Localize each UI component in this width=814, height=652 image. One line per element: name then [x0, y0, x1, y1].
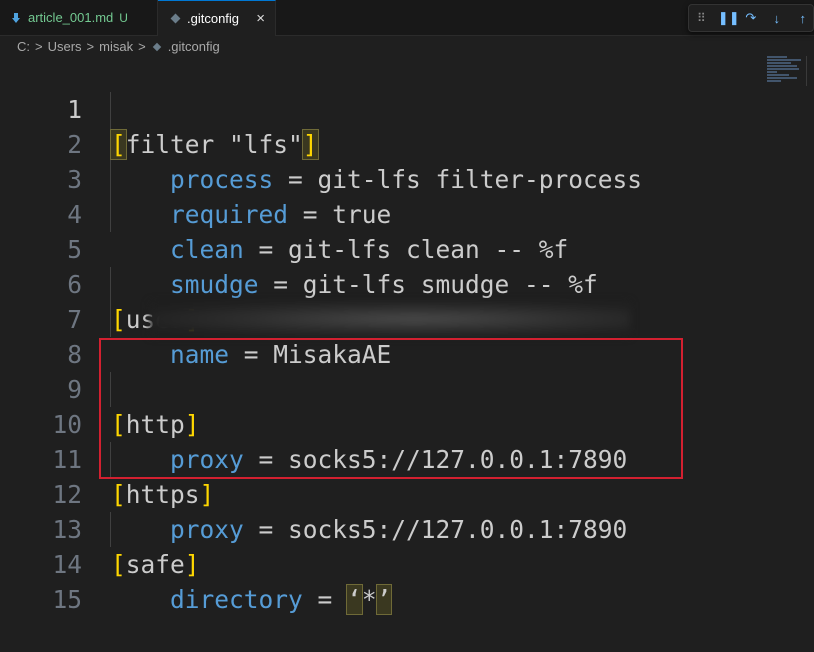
code-line: 5 smudge = git-lfs smudge -- %f — [0, 197, 760, 299]
breadcrumb: C: > Users > misak > .gitconfig — [17, 39, 220, 54]
line-number: 15 — [52, 585, 82, 614]
tab-label: article_001.md — [28, 10, 114, 25]
breadcrumb-drive[interactable]: C: — [17, 39, 30, 54]
chevron-right-icon: > — [86, 39, 95, 54]
step-out-icon[interactable]: ↑ — [796, 11, 810, 26]
step-into-icon[interactable]: ↓ — [770, 11, 784, 26]
code-line: 3 required = true — [0, 127, 760, 229]
breadcrumb-file[interactable]: .gitconfig — [168, 39, 220, 54]
tab-label: .gitconfig — [187, 11, 240, 26]
code-line: 15 — [0, 547, 760, 614]
chevron-right-icon: > — [138, 39, 146, 54]
code-editor[interactable]: 1 [filter "lfs"] 2 process = git-lfs fil… — [0, 57, 814, 615]
drag-grip-icon[interactable]: ⠿ — [697, 11, 706, 25]
code-line: 13 [safe] — [0, 477, 760, 579]
annotation-highlight-box — [99, 338, 683, 479]
code-line: 4 clean = git-lfs clean -- %f — [0, 162, 760, 264]
gitconfig-icon — [170, 13, 181, 24]
code-line: 2 process = git-lfs filter-process — [0, 92, 760, 194]
pause-icon[interactable]: ❚❚ — [718, 10, 740, 26]
tab-gitconfig[interactable]: .gitconfig × — [158, 0, 276, 36]
chevron-right-icon: > — [35, 39, 43, 54]
code-line: 6 [user] — [0, 232, 760, 334]
breadcrumb-misak[interactable]: misak — [99, 39, 133, 54]
redacted-region — [150, 302, 630, 336]
code-line: 1 [filter "lfs"] — [0, 57, 760, 160]
breadcrumb-users[interactable]: Users — [48, 39, 82, 54]
code-line: 14 directory = ‘*’ — [0, 512, 760, 615]
tab-article-md[interactable]: article_001.md U — [0, 0, 158, 35]
gitconfig-icon — [152, 42, 161, 51]
untracked-badge: U — [119, 10, 128, 25]
markdown-download-icon — [12, 12, 20, 23]
step-over-icon[interactable]: ↷ — [744, 10, 758, 26]
debug-toolbar: ⠿ ❚❚ ↷ ↓ ↑ — [688, 4, 814, 32]
close-icon[interactable]: × — [256, 10, 265, 27]
code-line: 7 name = MisakaAE — [0, 267, 760, 369]
